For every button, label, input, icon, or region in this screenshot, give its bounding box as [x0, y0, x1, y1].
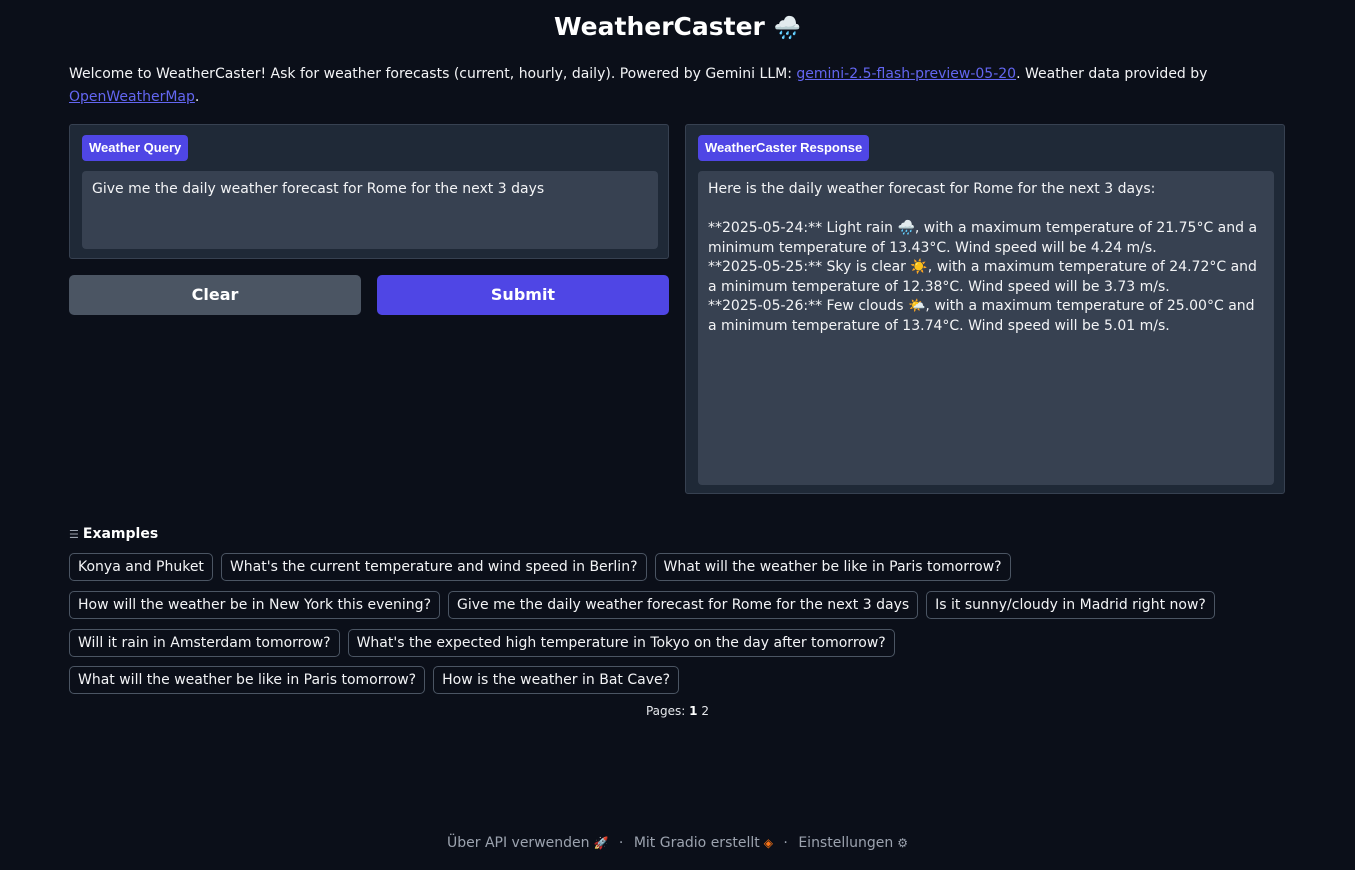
gear-icon: ⚙ — [897, 836, 908, 850]
footer-separator: · — [783, 835, 788, 851]
example-item[interactable]: Give me the daily weather forecast for R… — [448, 591, 919, 619]
pagination-label: Pages: — [645, 704, 686, 718]
intro-part-1: Welcome to WeatherCaster! Ask for weathe… — [69, 66, 797, 82]
built-with-gradio-link[interactable]: Mit Gradio erstellt ◈ — [634, 835, 773, 851]
example-item[interactable]: Is it sunny/cloudy in Madrid right now? — [926, 591, 1215, 619]
examples-row-2: How will the weather be in New York this… — [69, 591, 1215, 619]
rain-cloud-icon: 🌧️ — [773, 16, 801, 41]
clear-button[interactable]: Clear — [69, 275, 361, 315]
examples-row-4: What will the weather be like in Paris t… — [69, 666, 680, 694]
page-title: WeatherCaster 🌧️ — [0, 12, 1355, 41]
footer-separator: · — [618, 835, 624, 851]
intro-part-3: . — [194, 89, 200, 105]
settings-label: Einstellungen — [798, 835, 894, 851]
settings-link[interactable]: Einstellungen ⚙ — [798, 835, 908, 851]
examples-row-3: Will it rain in Amsterdam tomorrow? What… — [69, 629, 895, 657]
example-item[interactable]: What will the weather be like in Paris t… — [654, 553, 1011, 581]
example-item[interactable]: What's the current temperature and wind … — [220, 553, 647, 581]
intro-part-2: . Weather data provided by — [1016, 66, 1208, 82]
rocket-icon: 🚀 — [593, 836, 609, 850]
list-icon: ☰ — [69, 528, 79, 541]
app-root: WeatherCaster 🌧️ Welcome to WeatherCaste… — [0, 0, 1355, 870]
response-label: WeatherCaster Response — [698, 135, 870, 161]
query-input[interactable]: Give me the daily weather forecast for R… — [82, 171, 658, 249]
example-item[interactable]: What will the weather be like in Paris t… — [69, 666, 426, 694]
example-item[interactable]: Konya and Phuket — [69, 553, 213, 581]
query-label: Weather Query — [82, 135, 189, 161]
model-link[interactable]: gemini-2.5-flash-preview-05-20 — [796, 66, 1016, 82]
example-item[interactable]: How will the weather be in New York this… — [69, 591, 440, 619]
examples-row-1: Konya and Phuket What's the current temp… — [69, 553, 1011, 581]
example-item[interactable]: What's the expected high temperature in … — [347, 629, 895, 657]
intro-text: Welcome to WeatherCaster! Ask for weathe… — [69, 63, 1259, 109]
query-panel: Weather Query Give me the daily weather … — [69, 124, 669, 259]
page-1-link[interactable]: 1 — [689, 704, 697, 718]
footer: Über API verwenden 🚀 · Mit Gradio erstell… — [0, 835, 1355, 851]
page-2-link[interactable]: 2 — [701, 704, 709, 718]
examples-heading-text: Examples — [82, 526, 159, 542]
openweathermap-link[interactable]: OpenWeatherMap — [69, 89, 195, 105]
response-panel: WeatherCaster Response Here is the daily… — [685, 124, 1285, 494]
submit-button[interactable]: Submit — [377, 275, 669, 315]
gradio-logo-icon: ◈ — [763, 836, 773, 850]
use-api-label: Über API verwenden — [446, 835, 590, 851]
gradio-label: Mit Gradio erstellt — [633, 835, 760, 851]
example-item[interactable]: Will it rain in Amsterdam tomorrow? — [69, 629, 340, 657]
title-text: WeatherCaster — [553, 12, 765, 41]
examples-heading: ☰ Examples — [69, 526, 158, 542]
pagination: Pages: 1 2 — [0, 704, 1355, 718]
example-item[interactable]: How is the weather in Bat Cave? — [433, 666, 680, 694]
response-output[interactable]: Here is the daily weather forecast for R… — [698, 171, 1274, 485]
use-api-link[interactable]: Über API verwenden 🚀 — [447, 835, 608, 851]
